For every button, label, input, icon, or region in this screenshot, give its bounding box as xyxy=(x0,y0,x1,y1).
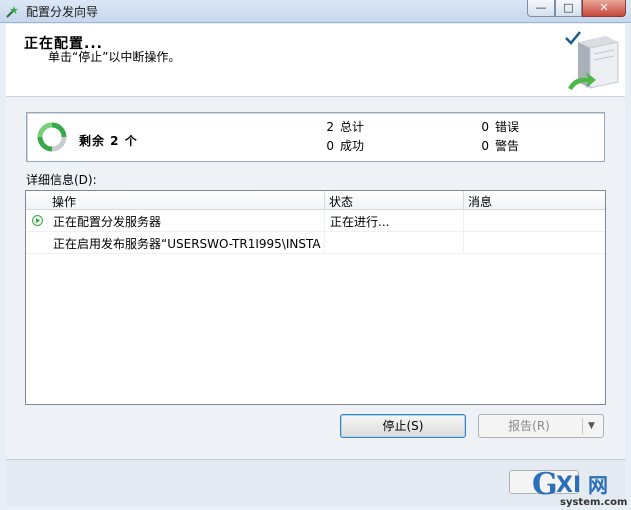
stop-button[interactable]: 停止(S) xyxy=(340,414,466,438)
wizard-icon xyxy=(6,6,18,18)
title-bar: 配置分发向导 — □ ✕ xyxy=(0,0,631,23)
cell-divider xyxy=(463,232,464,253)
report-dropdown-button[interactable]: 报告(R) ▼ xyxy=(478,414,604,438)
column-header-status[interactable]: 状态 xyxy=(329,193,353,210)
svg-text:system.com: system.com xyxy=(560,497,627,508)
details-table[interactable]: 操作 状态 消息 正在配置分发服务器 正在进行... 正在启用发布服务器“USE… xyxy=(25,190,606,405)
column-header-action[interactable]: 操作 xyxy=(52,193,76,210)
cell-divider xyxy=(463,210,464,231)
svg-text:G: G xyxy=(532,467,558,502)
cell-divider xyxy=(324,232,325,253)
dropdown-arrow-icon[interactable]: ▼ xyxy=(588,415,595,437)
maximize-button[interactable]: □ xyxy=(555,0,582,17)
column-header-message[interactable]: 消息 xyxy=(468,193,492,210)
server-check-icon xyxy=(565,31,619,90)
cell-action: 正在启用发布服务器“USERSWO-TR1I995\INSTA... xyxy=(53,237,321,251)
in-progress-icon xyxy=(32,215,43,226)
stat-success: 0 成功 xyxy=(326,139,365,153)
site-watermark-logo: G XI 网 system.com xyxy=(532,467,627,508)
minimize-button[interactable]: — xyxy=(527,0,555,17)
svg-text:XI: XI xyxy=(556,473,581,498)
stop-button-label: 停止(S) xyxy=(382,419,424,433)
remaining-count: 剩余 2 个 xyxy=(79,134,138,148)
page-subtitle: 单击“停止”以中断操作。 xyxy=(48,50,181,64)
table-row[interactable]: 正在启用发布服务器“USERSWO-TR1I995\INSTA... xyxy=(26,232,605,254)
progress-spinner-icon xyxy=(37,122,67,152)
cell-status: 正在进行... xyxy=(330,215,390,229)
progress-summary: 剩余 2 个 2 总计 0 错误 0 成功 0 警告 xyxy=(26,112,605,162)
close-window-button[interactable]: ✕ xyxy=(582,0,626,17)
table-header: 操作 状态 消息 xyxy=(26,191,605,210)
column-divider[interactable] xyxy=(463,191,464,209)
cell-divider xyxy=(324,210,325,231)
table-row[interactable]: 正在配置分发服务器 正在进行... xyxy=(26,210,605,232)
window-title: 配置分发向导 xyxy=(26,5,99,19)
column-divider[interactable] xyxy=(324,191,325,209)
stat-warnings: 0 警告 xyxy=(481,139,520,153)
main-panel: 剩余 2 个 2 总计 0 错误 0 成功 0 警告 详细信息(D): 操作 状态 消息 xyxy=(6,97,625,459)
dropdown-divider xyxy=(582,418,583,434)
svg-text:网: 网 xyxy=(588,473,608,497)
stat-total: 2 总计 xyxy=(326,120,365,134)
cell-action: 正在配置分发服务器 xyxy=(53,215,162,229)
wizard-header: 正在配置... 单击“停止”以中断操作。 xyxy=(6,24,625,97)
report-button-label: 报告(R) xyxy=(508,419,550,433)
stat-errors: 0 错误 xyxy=(481,120,520,134)
details-label: 详细信息(D): xyxy=(26,173,97,187)
